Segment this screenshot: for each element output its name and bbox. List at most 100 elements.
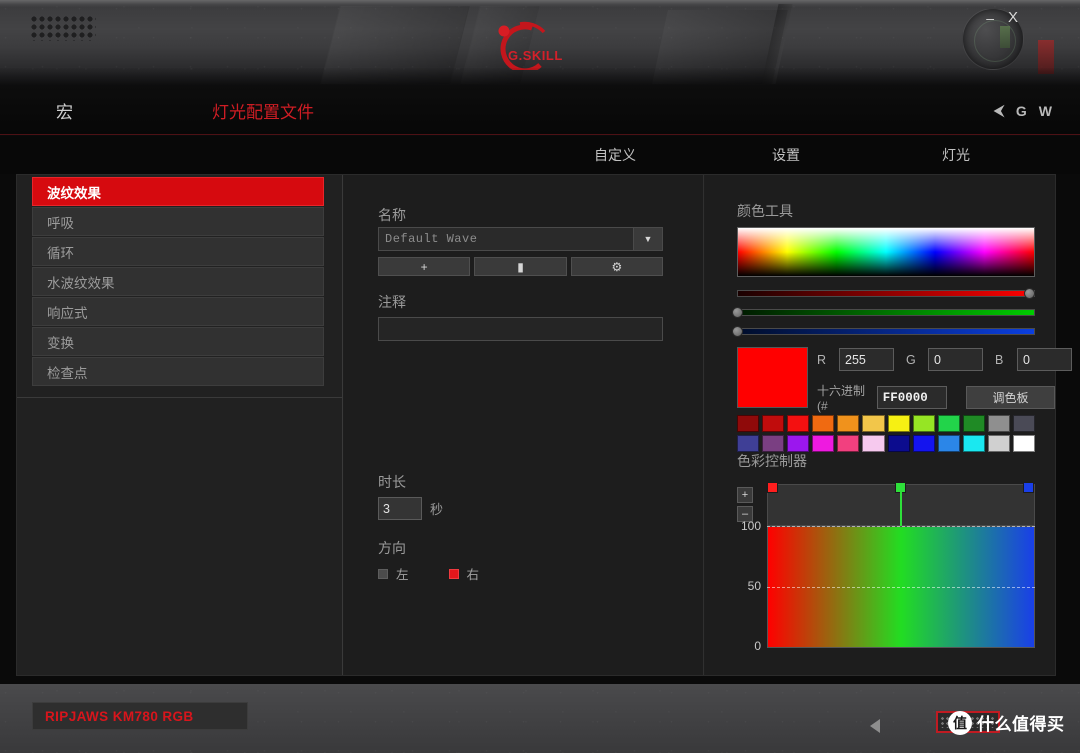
settings-profile-button[interactable]: ⚙ <box>571 257 663 276</box>
sidebar-item-transform[interactable]: 变换 <box>32 327 324 356</box>
gradient-gridline-100 <box>767 526 1035 527</box>
red-input[interactable]: 255 <box>839 348 894 371</box>
color-swatch[interactable] <box>1013 415 1035 432</box>
color-swatch-grid <box>737 415 1035 452</box>
green-channel-slider[interactable] <box>737 309 1035 316</box>
color-swatch[interactable] <box>963 435 985 452</box>
color-tool-title: 颜色工具 <box>737 201 793 221</box>
color-swatch[interactable] <box>762 415 784 432</box>
color-swatch[interactable] <box>812 415 834 432</box>
red-channel-handle[interactable] <box>1024 288 1035 299</box>
duration-input[interactable]: 3 <box>378 497 422 520</box>
palette-button[interactable]: 调色板 <box>966 386 1055 409</box>
color-swatch[interactable] <box>913 415 935 432</box>
radio-icon-left[interactable] <box>378 569 388 579</box>
color-swatch[interactable] <box>888 415 910 432</box>
profile-name-value[interactable]: Default Wave <box>378 227 633 251</box>
tab-lighting[interactable]: 灯光 <box>942 136 970 174</box>
color-swatch[interactable] <box>787 435 809 452</box>
nav-item-macro[interactable]: 宏 <box>56 86 73 135</box>
color-preview-swatch <box>737 347 808 408</box>
effect-list: 波纹效果 呼吸 循环 水波纹效果 响应式 变换 检查点 <box>32 177 324 387</box>
banner-bevel <box>0 68 1080 86</box>
effect-list-panel: 波纹效果 呼吸 循环 水波纹效果 响应式 变换 检查点 <box>17 175 343 675</box>
note-label: 注释 <box>378 292 406 312</box>
color-swatch[interactable] <box>862 435 884 452</box>
sidebar-item-reactive[interactable]: 响应式 <box>32 297 324 326</box>
application-window: G.SKILL – X 宏 灯光配置文件 ⮜ G W 自定义 设置 灯光 波纹效… <box>0 0 1080 753</box>
radio-icon-right[interactable] <box>449 569 459 579</box>
color-swatch[interactable] <box>913 435 935 452</box>
green-label: G <box>906 353 928 367</box>
green-channel-handle[interactable] <box>732 307 743 318</box>
gradient-stop-track[interactable] <box>767 484 1035 526</box>
color-spectrum-picker[interactable] <box>737 227 1035 277</box>
tab-custom[interactable]: 自定义 <box>594 136 636 174</box>
duration-label: 时长 <box>378 472 406 492</box>
color-swatch[interactable] <box>762 435 784 452</box>
green-input-group: G 0 <box>906 348 983 371</box>
color-swatch[interactable] <box>812 435 834 452</box>
color-swatch[interactable] <box>737 415 759 432</box>
plug-icon[interactable]: ⮜ <box>994 102 1004 119</box>
sidebar-divider <box>17 397 343 398</box>
hardware-chip <box>1000 26 1010 48</box>
hex-label: 十六进制(# <box>817 382 871 413</box>
device-name-tag[interactable]: RIPJAWS KM780 RGB <box>32 702 248 730</box>
hex-input[interactable]: FF0000 <box>877 386 947 409</box>
direction-label: 方向 <box>378 538 406 558</box>
minimize-icon[interactable]: – <box>986 11 994 25</box>
sidebar-item-breathing[interactable]: 呼吸 <box>32 207 324 236</box>
color-swatch[interactable] <box>888 435 910 452</box>
color-swatch[interactable] <box>862 415 884 432</box>
add-profile-button[interactable]: + <box>378 257 470 276</box>
duration-unit-label: 秒 <box>430 499 443 518</box>
sidebar-item-cycle[interactable]: 循环 <box>32 237 324 266</box>
gradient-stop-handle[interactable] <box>1023 482 1034 493</box>
previous-device-arrow-icon[interactable] <box>870 719 880 733</box>
watermark-text: 什么值得买 <box>977 710 1065 735</box>
color-swatch[interactable] <box>837 435 859 452</box>
sidebar-item-ripple-effect[interactable]: 水波纹效果 <box>32 267 324 296</box>
close-icon[interactable]: X <box>1008 10 1018 25</box>
direction-option-left[interactable]: 左 <box>378 564 409 583</box>
color-swatch[interactable] <box>938 435 960 452</box>
chevron-down-icon[interactable]: ▼ <box>633 227 663 251</box>
profile-name-combobox[interactable]: Default Wave ▼ <box>378 227 663 251</box>
color-swatch[interactable] <box>963 415 985 432</box>
rgb-input-row: R 255 G 0 B 0 <box>817 348 1072 371</box>
blue-input[interactable]: 0 <box>1017 348 1072 371</box>
direction-option-right[interactable]: 右 <box>449 564 480 583</box>
note-input[interactable] <box>378 317 663 341</box>
watermark: 值 什么值得买 <box>948 710 1065 735</box>
color-swatch[interactable] <box>1013 435 1035 452</box>
w-indicator-icon[interactable]: W <box>1039 103 1052 119</box>
blue-channel-slider[interactable] <box>737 328 1035 335</box>
color-swatch[interactable] <box>837 415 859 432</box>
delete-profile-button[interactable]: ▮ <box>474 257 566 276</box>
gskill-logo-text: G.SKILL <box>508 48 563 63</box>
color-swatch[interactable] <box>988 435 1010 452</box>
green-input[interactable]: 0 <box>928 348 983 371</box>
color-swatch[interactable] <box>737 435 759 452</box>
profile-action-buttons: + ▮ ⚙ <box>378 257 663 276</box>
color-swatch[interactable] <box>988 415 1010 432</box>
navigation-bar: 宏 灯光配置文件 ⮜ G W <box>0 86 1080 135</box>
red-channel-slider[interactable] <box>737 290 1035 297</box>
gradient-stop-stem <box>900 490 902 526</box>
sidebar-item-checkpoint[interactable]: 检查点 <box>32 357 324 386</box>
color-swatch[interactable] <box>787 415 809 432</box>
tab-row: 自定义 设置 灯光 <box>0 136 1080 174</box>
gradient-stop-handle[interactable] <box>767 482 778 493</box>
g-indicator-icon[interactable]: G <box>1016 103 1027 119</box>
watermark-badge-icon: 值 <box>948 711 972 735</box>
color-swatch[interactable] <box>938 415 960 432</box>
axis-tick-50: 50 <box>748 579 761 593</box>
sidebar-item-wave-effect[interactable]: 波纹效果 <box>32 177 324 206</box>
nav-item-lighting-profile[interactable]: 灯光配置文件 <box>212 86 314 135</box>
tab-settings[interactable]: 设置 <box>772 136 800 174</box>
nav-right-icons: ⮜ G W <box>994 86 1052 135</box>
name-label: 名称 <box>378 205 406 225</box>
blue-channel-handle[interactable] <box>732 326 743 337</box>
color-tools-panel: 颜色工具 R 255 G 0 B <box>705 175 1055 675</box>
